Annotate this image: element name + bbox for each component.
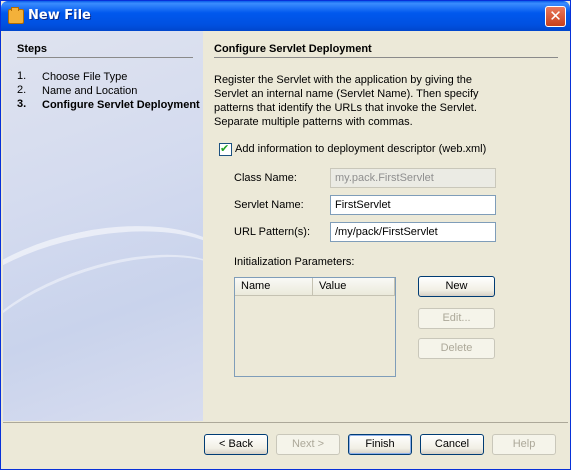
steps-heading: Steps — [17, 43, 47, 55]
column-header-name[interactable]: Name — [235, 278, 313, 296]
help-button[interactable]: Help — [492, 434, 556, 455]
servlet-name-field[interactable]: FirstServlet — [330, 195, 496, 215]
step-number: 1. — [17, 70, 27, 82]
window-title: New File — [28, 8, 91, 23]
class-name-field: my.pack.FirstServlet — [330, 168, 496, 188]
divider — [3, 422, 568, 423]
title-bar[interactable]: New File ✕ — [1, 1, 570, 31]
steps-panel: Steps 1. Choose File Type 2. Name and Lo… — [3, 31, 203, 421]
url-pattern-field[interactable]: /my/pack/FirstServlet — [330, 222, 496, 242]
main-panel: Configure Servlet Deployment Register th… — [203, 31, 570, 421]
delete-param-button[interactable]: Delete — [418, 338, 495, 359]
init-params-label: Initialization Parameters: — [234, 256, 355, 268]
column-header-value[interactable]: Value — [313, 278, 395, 296]
new-param-button[interactable]: New — [418, 276, 495, 297]
new-file-dialog: New File ✕ Steps 1. Choose File Type 2. … — [0, 0, 571, 470]
cancel-button[interactable]: Cancel — [420, 434, 484, 455]
close-button[interactable]: ✕ — [545, 6, 566, 27]
divider — [17, 57, 193, 58]
add-to-descriptor-checkbox[interactable] — [219, 142, 232, 156]
description-text: Register the Servlet with the applicatio… — [214, 74, 479, 128]
step-label: Name and Location — [42, 85, 138, 97]
url-pattern-label: URL Pattern(s): — [234, 226, 311, 238]
step-number: 2. — [17, 84, 27, 96]
panel-heading: Configure Servlet Deployment — [214, 43, 372, 55]
step-label: Choose File Type — [42, 71, 128, 83]
init-params-table[interactable]: Name Value — [234, 277, 396, 377]
step-label: Configure Servlet Deployment — [42, 99, 200, 111]
next-button[interactable]: Next > — [276, 434, 340, 455]
step-number: 3. — [17, 98, 27, 110]
servlet-name-label: Servlet Name: — [234, 199, 304, 211]
divider — [214, 57, 558, 58]
back-button[interactable]: < Back — [204, 434, 268, 455]
finish-button[interactable]: Finish — [348, 434, 412, 455]
folder-icon — [8, 7, 24, 24]
add-to-descriptor-label[interactable]: Add information to deployment descriptor… — [235, 143, 486, 155]
class-name-label: Class Name: — [234, 172, 297, 184]
edit-param-button[interactable]: Edit... — [418, 308, 495, 329]
